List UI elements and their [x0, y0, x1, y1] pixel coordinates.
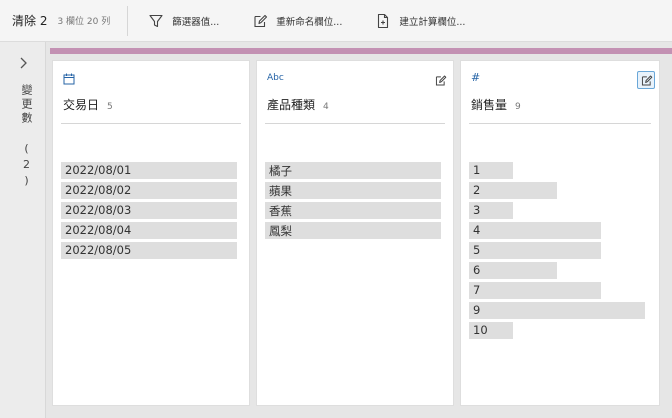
field-card-product[interactable]: Abc 產品種類 4 橘子蘋果香蕉鳳梨 — [256, 60, 454, 406]
frequency-bar — [469, 222, 601, 239]
field-card-sales[interactable]: # 銷售量 9 1 2 3 4 5 6 7 9 10 — [460, 60, 660, 406]
value-label: 2022/08/05 — [65, 243, 132, 257]
field-name-label: 產品種類 — [267, 98, 316, 112]
value-label: 6 — [473, 263, 481, 277]
filter-values-button[interactable]: 篩選器值... — [148, 13, 219, 29]
number-type-icon: # — [471, 71, 481, 84]
card-divider — [265, 123, 445, 124]
edit-field-button[interactable] — [431, 71, 449, 89]
chevron-right-icon[interactable] — [17, 56, 29, 70]
value-label: 5 — [473, 243, 481, 257]
field-name[interactable]: 產品種類 4 — [267, 96, 329, 113]
toolbar-divider — [127, 5, 129, 36]
distinct-count: 5 — [107, 102, 113, 112]
toolbar: 清除 2 3 欄位 20 列 篩選器值... 重新命名欄位... 建立計算欄位.… — [0, 0, 672, 42]
value-label: 10 — [473, 323, 488, 337]
date-type-icon — [63, 73, 75, 85]
value-label: 9 — [473, 303, 481, 317]
field-card-date[interactable]: 交易日 5 2022/08/01 2022/08/02 2022/08/03 2022/… — [52, 60, 250, 406]
frequency-bar — [469, 282, 601, 299]
rename-field-button[interactable]: 重新命名欄位... — [252, 13, 342, 29]
rename-field-label: 重新命名欄位... — [276, 16, 343, 28]
create-calculated-field-label: 建立計算欄位... — [399, 16, 466, 28]
distinct-count: 9 — [515, 102, 521, 112]
changes-count-label: 變更數 (2) — [20, 84, 33, 190]
step-color-bar — [50, 48, 672, 54]
step-meta: 3 欄位 20 列 — [57, 17, 111, 27]
filter-values-label: 篩選器值... — [172, 16, 220, 28]
value-label: 2022/08/04 — [65, 223, 132, 237]
value-label: 7 — [473, 283, 481, 297]
field-name-label: 銷售量 — [471, 98, 508, 112]
frequency-bar — [469, 242, 601, 259]
edit-field-button[interactable] — [637, 71, 655, 89]
frequency-bar — [469, 302, 645, 319]
value-label: 1 — [473, 163, 481, 177]
value-label: 2022/08/03 — [65, 203, 132, 217]
rename-icon — [254, 14, 268, 27]
frequency-bar — [469, 182, 557, 199]
value-label: 2 — [473, 183, 481, 197]
edit-icon — [641, 75, 652, 85]
distinct-count: 4 — [323, 102, 329, 112]
card-divider — [61, 123, 241, 124]
filter-icon — [149, 14, 163, 27]
value-label: 蘋果 — [269, 184, 292, 198]
value-label: 4 — [473, 223, 481, 237]
calc-field-icon — [378, 13, 389, 28]
value-label: 3 — [473, 203, 481, 217]
frequency-bar — [469, 262, 557, 279]
step-title: 清除 2 — [12, 14, 48, 28]
field-name[interactable]: 銷售量 9 — [471, 96, 521, 113]
value-label: 香蕉 — [269, 204, 292, 218]
field-name-label: 交易日 — [63, 98, 100, 112]
value-label: 鳳梨 — [269, 224, 292, 238]
string-type-icon: Abc — [267, 73, 284, 83]
profile-pane: 交易日 5 2022/08/01 2022/08/02 2022/08/03 2022/… — [46, 42, 672, 418]
card-divider — [469, 123, 651, 124]
edit-icon — [435, 75, 446, 85]
value-label: 2022/08/02 — [65, 183, 132, 197]
value-label: 橘子 — [269, 164, 292, 178]
create-calculated-field-button[interactable]: 建立計算欄位... — [375, 13, 465, 29]
changes-panel[interactable]: 變更數 (2) — [0, 42, 46, 418]
value-label: 2022/08/01 — [65, 163, 132, 177]
field-name[interactable]: 交易日 5 — [63, 96, 113, 113]
